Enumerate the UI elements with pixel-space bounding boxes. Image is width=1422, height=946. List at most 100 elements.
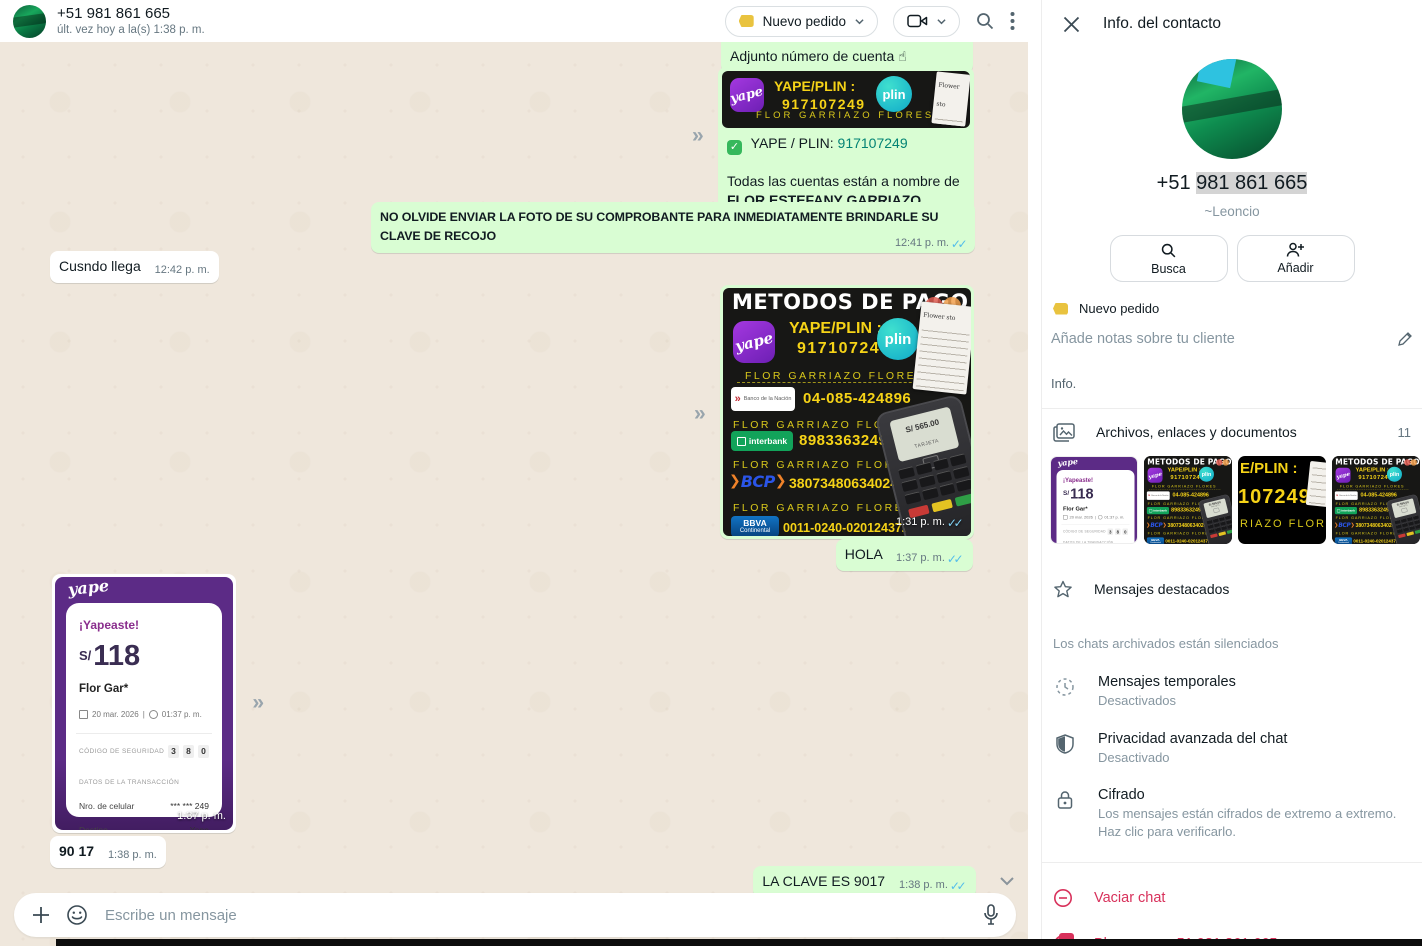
- pencil-icon[interactable]: [1397, 331, 1413, 347]
- read-receipt-icon: ✓✓: [950, 880, 967, 892]
- message-outgoing[interactable]: NO OLVIDE ENVIAR LA FOTO DE SU COMPROBAN…: [371, 202, 975, 253]
- customer-notes-field[interactable]: Añade notas sobre tu cliente: [1042, 331, 1422, 347]
- minus-circle-icon: [1053, 888, 1073, 908]
- receipt-datetime: 20 mar. 2026 | 01:37 p. m.: [79, 705, 209, 724]
- encryption-row[interactable]: Cifrado Los mensajes están cifrados de e…: [1042, 787, 1422, 840]
- holder-name: FLOR GARRIAZO FLORES: [745, 367, 926, 386]
- caption-number-link[interactable]: 917107249: [838, 135, 908, 151]
- plin-logo: plin: [877, 318, 919, 360]
- search-contact-button[interactable]: Busca: [1110, 235, 1228, 282]
- payment-methods-image[interactable]: METODOS DE PAGO yape YAPE/PLIN : 9171072…: [723, 288, 971, 536]
- person-add-icon: [1286, 242, 1305, 258]
- account-number: 38073480634024: [789, 474, 898, 493]
- caption-label: YAPE / PLIN:: [751, 135, 834, 151]
- search-in-chat-button[interactable]: [975, 11, 995, 31]
- setting-title: Mensajes temporales: [1098, 674, 1236, 690]
- message-input[interactable]: [103, 906, 968, 925]
- search-icon: [1160, 242, 1177, 259]
- advanced-privacy-row[interactable]: Privacidad avanzada del chat Desactivado: [1042, 731, 1422, 767]
- media-thumbnail-receipt[interactable]: yape ¡Yapeaste! S/118 Flor Gar* 20 mar. …: [1050, 456, 1138, 544]
- bcp-logo: ❯BCP❯: [729, 472, 787, 491]
- artwork-label: YAPE/PLIN :: [789, 319, 882, 338]
- bbva-logo: BBVAContinental: [731, 516, 779, 536]
- message-list: Adjunto número de cuenta ☝ 12:40 p. m. ✓…: [0, 42, 1028, 946]
- video-call-button[interactable]: [893, 6, 960, 37]
- emoji-icon[interactable]: [66, 904, 88, 926]
- banner-label: YAPE/PLIN :: [774, 77, 855, 96]
- shield-icon: [1056, 734, 1074, 754]
- media-links-docs-row[interactable]: Archivos, enlaces y documentos 11: [1042, 409, 1422, 455]
- message-outgoing[interactable]: HOLA 1:37 p. m. ✓✓: [836, 539, 973, 571]
- read-receipt-icon: ✓✓: [947, 553, 964, 565]
- message-text: NO OLVIDE ENVIAR LA FOTO DE SU COMPROBAN…: [380, 210, 938, 243]
- search-icon: [975, 11, 995, 31]
- contact-info-panel: Info. del contacto +51 981 861 665 ~Leon…: [1041, 0, 1422, 946]
- disappearing-messages-row[interactable]: Mensajes temporales Desactivados: [1042, 674, 1422, 710]
- new-order-button[interactable]: Nuevo pedido: [725, 6, 878, 37]
- security-code: 380: [168, 745, 209, 758]
- contact-phone[interactable]: +51 981 861 665: [1042, 172, 1422, 195]
- message-text: Adjunto número de cuenta ☝: [730, 48, 907, 64]
- message-incoming-media[interactable]: » yape ¡Yapeaste! S/ 118 Flor Gar* 20 ma…: [52, 574, 236, 833]
- account-number: 04-085-424896: [803, 389, 911, 408]
- chevron-down-icon: [937, 17, 946, 26]
- window-bottom-bar: [56, 939, 1422, 946]
- chat-label-chip[interactable]: Nuevo pedido: [1042, 301, 1422, 316]
- add-contact-button[interactable]: Añadir: [1237, 235, 1355, 282]
- media-thumbnail-metodos[interactable]: METODOS DE PAGO yape YAPE/PLIN : 9171072…: [1144, 456, 1232, 544]
- media-count: 11: [1398, 425, 1412, 440]
- message-text: HOLA: [845, 546, 882, 562]
- receipt-title: ¡Yapeaste!: [79, 616, 209, 635]
- contact-profile-photo[interactable]: [1182, 59, 1282, 159]
- message-time: 12:41 p. m.: [895, 234, 949, 253]
- calendar-icon: [79, 710, 88, 719]
- kebab-menu-icon: [1010, 11, 1015, 31]
- message-text: Cusndo llega: [59, 258, 141, 274]
- chat-menu-button[interactable]: [1010, 11, 1015, 31]
- receipt-slip-graphic: Flower sto: [913, 301, 971, 394]
- read-receipt-icon: ✓✓: [951, 238, 968, 250]
- receipt-amount: 118: [93, 642, 140, 671]
- notes-placeholder: Añade notas sobre tu cliente: [1051, 331, 1397, 347]
- media-thumbnail-metodos[interactable]: METODOS DE PAGO yape YAPE/PLIN : 9171072…: [1332, 456, 1420, 544]
- receipt-payee: Flor Gar*: [79, 680, 209, 699]
- contact-push-name: ~Leoncio: [1042, 204, 1422, 219]
- message-incoming[interactable]: 90 17 1:38 p. m.: [50, 836, 166, 868]
- scroll-to-bottom-button[interactable]: [1000, 877, 1014, 886]
- close-icon[interactable]: [1063, 16, 1080, 33]
- lock-icon: [1057, 790, 1073, 810]
- contact-action-buttons: Busca Añadir: [1042, 235, 1422, 282]
- message-incoming[interactable]: Cusndo llega 12:42 p. m.: [50, 251, 219, 283]
- contact-avatar[interactable]: [13, 5, 46, 38]
- yape-receipt-image[interactable]: yape ¡Yapeaste! S/ 118 Flor Gar* 20 mar.…: [55, 577, 233, 830]
- attach-plus-icon[interactable]: [31, 905, 51, 925]
- contact-name[interactable]: +51 981 861 665: [57, 5, 205, 22]
- media-thumbnail-banner-crop[interactable]: E/PLIN : 107249 RIAZO FLOR: [1238, 456, 1326, 544]
- contact-header-info[interactable]: +51 981 861 665 últ. vez hoy a la(s) 1:3…: [57, 5, 205, 36]
- yape-plin-banner-image[interactable]: yape YAPE/PLIN : 917107249 plin FLOR GAR…: [722, 71, 970, 128]
- chevron-down-icon: [855, 17, 864, 26]
- forward-icon[interactable]: »: [692, 125, 704, 146]
- forward-icon[interactable]: »: [252, 692, 264, 713]
- banco-nacion-logo: »Banco de la Nación: [731, 387, 795, 411]
- media-row-label: Archivos, enlaces y documentos: [1096, 424, 1297, 440]
- media-thumbnails: yape ¡Yapeaste! S/118 Flor Gar* 20 mar. …: [1042, 455, 1422, 552]
- message-text: LA CLAVE ES 9017: [762, 873, 885, 889]
- setting-title: Cifrado: [1098, 787, 1411, 803]
- message-outgoing-media[interactable]: » METODOS DE PAGO yape YAPE/PLIN : 91710…: [720, 285, 974, 539]
- message-time: 1:37 p. m.: [896, 549, 945, 568]
- microphone-icon[interactable]: [983, 904, 999, 926]
- crop-text: 107249: [1238, 486, 1311, 509]
- header-actions: Nuevo pedido: [725, 6, 1015, 37]
- forward-icon[interactable]: »: [694, 403, 706, 424]
- archived-muted-note: Los chats archivados están silenciados: [1042, 636, 1422, 651]
- clear-chat-button[interactable]: Vaciar chat: [1042, 875, 1422, 921]
- starred-messages-row[interactable]: Mensajes destacados: [1042, 566, 1422, 612]
- search-button-label: Busca: [1151, 262, 1186, 276]
- check-emoji: ✓: [727, 140, 742, 155]
- yape-logo: yape: [733, 321, 775, 363]
- caption-line: Todas las cuentas están a nombre de: [727, 172, 965, 191]
- info-section-heading: Info.: [1042, 376, 1422, 391]
- clock-icon: [149, 710, 158, 719]
- interbank-logo: interbank: [731, 431, 793, 451]
